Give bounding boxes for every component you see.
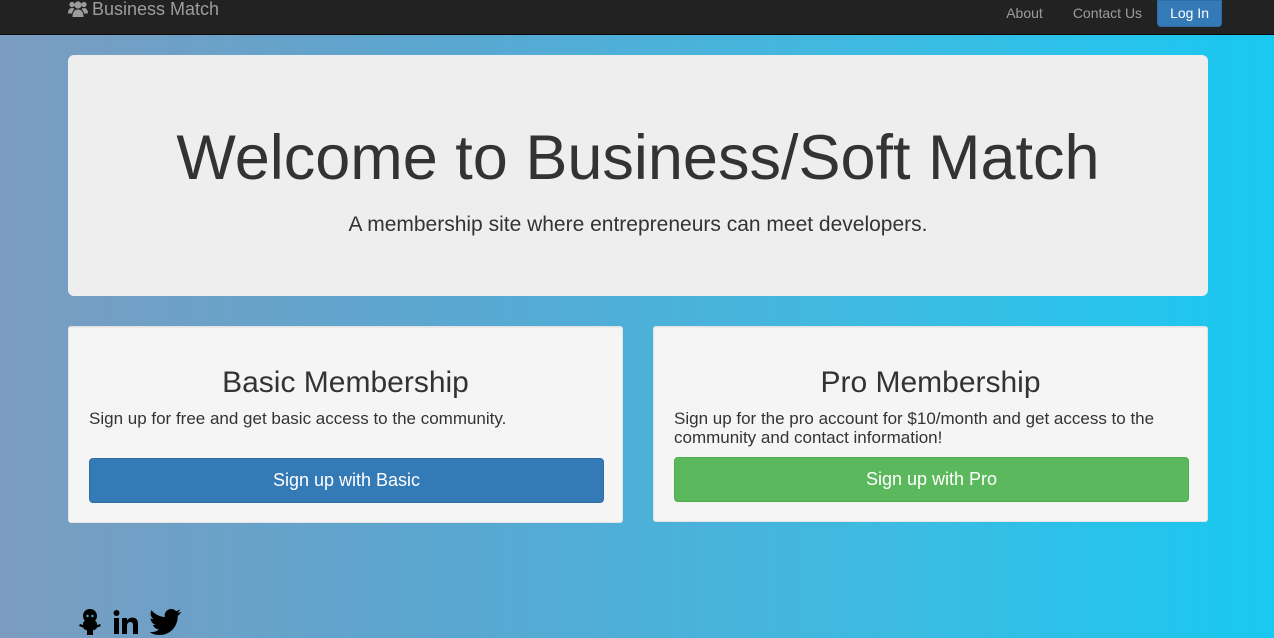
signup-basic-button[interactable]: Sign up with Basic (89, 458, 604, 503)
login-button[interactable]: Log In (1157, 0, 1222, 27)
brand-label: Business Match (92, 0, 220, 19)
social-links (78, 608, 182, 636)
hero-title: Welcome to Business/Soft Match (176, 123, 1100, 193)
basic-card-description: Sign up for free and get basic access to… (89, 409, 507, 428)
signup-pro-button[interactable]: Sign up with Pro (674, 457, 1189, 502)
github-icon[interactable] (78, 608, 102, 636)
pro-card-title: Pro Membership (820, 366, 1041, 399)
navbar: Business Match About Contact Us Log In (0, 0, 1274, 35)
hero-jumbotron: Welcome to Business/Soft Match A members… (68, 55, 1208, 296)
nav-contact-link[interactable]: Contact Us (1058, 3, 1157, 23)
pro-card-description: Sign up for the pro account for $10/mont… (674, 409, 1155, 447)
basic-membership-card: Basic Membership Sign up for free and ge… (68, 326, 623, 523)
nav-links: About Contact Us Log In (991, 0, 1222, 27)
brand-link[interactable]: Business Match (68, 0, 219, 21)
linkedin-icon[interactable] (112, 608, 140, 636)
nav-about-link[interactable]: About (991, 3, 1058, 23)
hero-subtitle: A membership site where entrepreneurs ca… (348, 213, 928, 236)
pro-membership-card: Pro Membership Sign up for the pro accou… (653, 326, 1208, 522)
basic-card-title: Basic Membership (222, 366, 469, 399)
twitter-icon[interactable] (150, 608, 182, 636)
users-icon (68, 0, 88, 18)
